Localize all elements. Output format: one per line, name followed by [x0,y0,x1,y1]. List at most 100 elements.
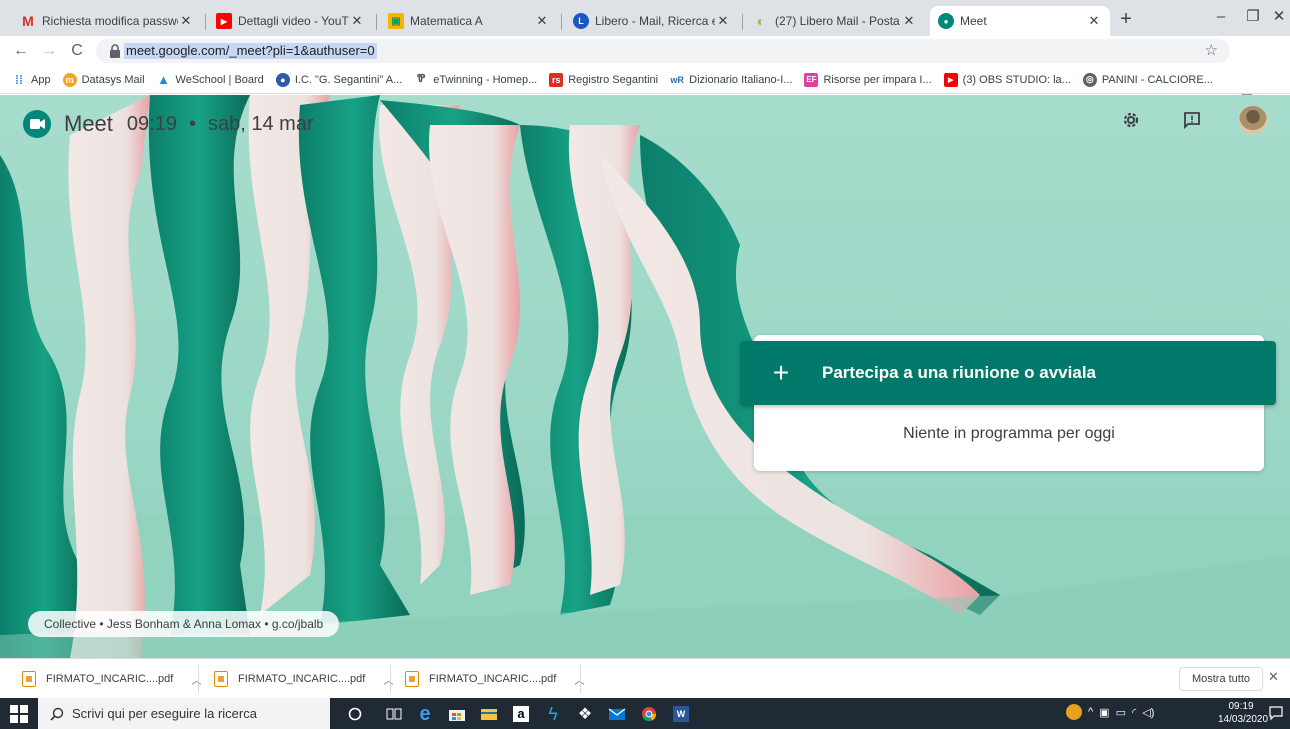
registro-icon: rs [549,72,564,87]
join-meeting-button[interactable]: + Partecipa a una riunione o avviala [740,341,1276,405]
new-tab-button[interactable]: + [1114,8,1138,32]
close-icon[interactable]: ✕ [534,13,550,29]
tab-meet[interactable]: ● Meet ✕ [930,6,1110,36]
tab-title: Richiesta modifica password [42,14,178,28]
bookmark-label: App [31,73,51,86]
word-icon[interactable]: W [670,703,692,725]
taskbar-clock[interactable]: 09:19 14/03/2020 [1218,700,1269,726]
url-text[interactable]: meet.google.com/_meet?pli=1&authuser=0 [124,43,377,59]
lightning-icon[interactable]: ϟ [542,703,564,725]
clock-date: 14/03/2020 [1218,714,1269,725]
bookmark-panini[interactable]: ◎ PANINI - CALCIORE... [1082,72,1213,87]
download-separator [390,665,391,693]
download-shelf: FIRMATO_INCARIC....pdf ︿ FIRMATO_INCARIC… [0,658,1290,698]
task-view-icon[interactable] [383,703,405,725]
back-button[interactable]: ← [10,40,32,62]
settings-gear-icon[interactable] [1118,107,1144,133]
user-avatar[interactable] [1238,105,1268,135]
edge-icon[interactable]: e [414,703,436,725]
chevron-up-icon[interactable]: ︿ [191,672,201,687]
bookmark-etwinning[interactable]: Ꮘ eTwinning - Homep... [414,73,537,87]
clock-time: 09:19 [1228,701,1254,712]
wifi-icon[interactable]: ◜ [1132,706,1136,719]
chevron-up-icon[interactable]: ︿ [383,672,393,687]
bookmark-label: Dizionario Italiano-I... [689,73,793,86]
tab-libero-mail[interactable]: ◐ (27) Libero Mail - Posta ✕ [745,6,925,36]
bookmark-ef[interactable]: EF Risorse per impara I... [804,72,932,87]
close-icon[interactable]: ✕ [1086,13,1102,29]
close-window-button[interactable]: ✕ [1256,6,1290,30]
monitor-icon[interactable]: ▣ [1099,706,1109,719]
bookmarks-bar: ⁞⁞ App m Datasys Mail ▲ WeSchool | Board… [0,66,1290,94]
help-icon[interactable] [1066,704,1082,720]
gmail-icon: M [22,13,34,29]
meet-logo-icon [23,110,51,138]
chevron-up-icon[interactable]: ^ [1088,706,1093,718]
file-explorer-icon[interactable] [478,703,500,725]
reload-button[interactable]: C [66,40,88,62]
show-all-downloads-button[interactable]: Mostra tutto [1179,667,1263,691]
close-icon[interactable]: ✕ [1268,669,1279,685]
tab-title: Matematica A [410,14,483,28]
bookmark-obs[interactable]: ▶ (3) OBS STUDIO: la... [943,72,1071,87]
weschool-icon: ▲ [157,72,170,87]
close-icon[interactable]: ✕ [901,13,917,29]
bookmark-wordreference[interactable]: wR Dizionario Italiano-I... [670,73,792,87]
close-icon[interactable]: ✕ [178,13,194,29]
tab-libero[interactable]: L Libero - Mail, Ricerca e tanto ✕ [565,6,739,36]
browser-toolbar: ← → C meet.google.com/_meet?pli=1&authus… [0,36,1290,96]
meet-header: Meet 09:19 • sab, 14 mar [22,109,314,139]
tab-gmail[interactable]: M Richiesta modifica password ✕ [12,6,202,36]
download-item[interactable]: FIRMATO_INCARIC....pdf ︿ [405,667,584,691]
bookmark-weschool[interactable]: ▲ WeSchool | Board [157,72,264,87]
amazon-icon[interactable]: a [510,703,532,725]
bookmark-segantini[interactable]: ● I.C. "G. Segantini" A... [275,72,402,87]
bookmark-star-icon[interactable]: ☆ [1205,41,1218,59]
search-icon [50,707,64,721]
store-icon[interactable] [446,703,468,725]
globe-icon: ◎ [1082,72,1097,87]
bookmark-app[interactable]: ⁞⁞ App [12,73,51,87]
notification-icon[interactable] [1268,705,1284,721]
download-item[interactable]: FIRMATO_INCARIC....pdf ︿ [214,667,393,691]
battery-icon[interactable]: ▭ [1116,706,1126,719]
bookmark-label: Risorse per impara I... [823,73,932,86]
dropbox-icon[interactable]: ❖ [574,703,596,725]
meet-page: Meet 09:19 • sab, 14 mar + Partecipa a u… [0,95,1290,658]
meet-icon: ● [938,13,954,29]
libero-mail-icon: ◐ [756,13,766,29]
chrome-icon[interactable] [638,703,660,725]
no-meetings-message: Niente in programma per oggi [903,425,1115,442]
tab-title: Libero - Mail, Ricerca e tanto [595,14,715,28]
close-icon[interactable]: ✕ [349,13,365,29]
lock-icon [110,44,120,58]
bookmark-registro[interactable]: rs Registro Segantini [549,72,659,87]
download-separator [198,665,199,693]
close-icon[interactable]: ✕ [715,13,731,29]
pdf-file-icon [405,671,419,687]
feedback-icon[interactable] [1179,107,1205,133]
tab-youtube-studio[interactable]: ▶ Dettagli video - YouTube Stu ✕ [208,6,373,36]
libero-icon: L [573,13,589,29]
youtube-icon: ▶ [216,13,232,29]
cortana-icon[interactable] [344,703,366,725]
download-filename: FIRMATO_INCARIC....pdf [238,673,366,685]
windows-start-icon[interactable] [10,705,28,723]
pdf-file-icon [22,671,36,687]
bookmark-label: PANINI - CALCIORE... [1101,73,1213,86]
mail-icon[interactable] [606,703,628,725]
volume-icon[interactable]: ◁) [1142,706,1154,719]
etwinning-icon: Ꮘ [417,73,426,85]
join-meeting-label: Partecipa a una riunione o avviala [822,363,1096,382]
address-bar[interactable]: meet.google.com/_meet?pli=1&authuser=0 ☆ [96,39,1230,63]
taskbar-search[interactable]: Scrivi qui per eseguire la ricerca [38,698,330,729]
tab-title: Meet [960,14,987,28]
bookmark-label: Registro Segantini [568,73,659,86]
image-credit[interactable]: Collective • Jess Bonham & Anna Lomax • … [28,611,340,637]
current-date: sab, 14 mar [208,112,314,135]
youtube-icon: ▶ [943,72,958,87]
forward-button[interactable]: → [38,40,60,62]
bookmark-datasys[interactable]: m Datasys Mail [62,72,145,87]
tab-matematica[interactable]: ▣ Matematica A ✕ [380,6,558,36]
download-item[interactable]: FIRMATO_INCARIC....pdf ︿ [22,667,201,691]
